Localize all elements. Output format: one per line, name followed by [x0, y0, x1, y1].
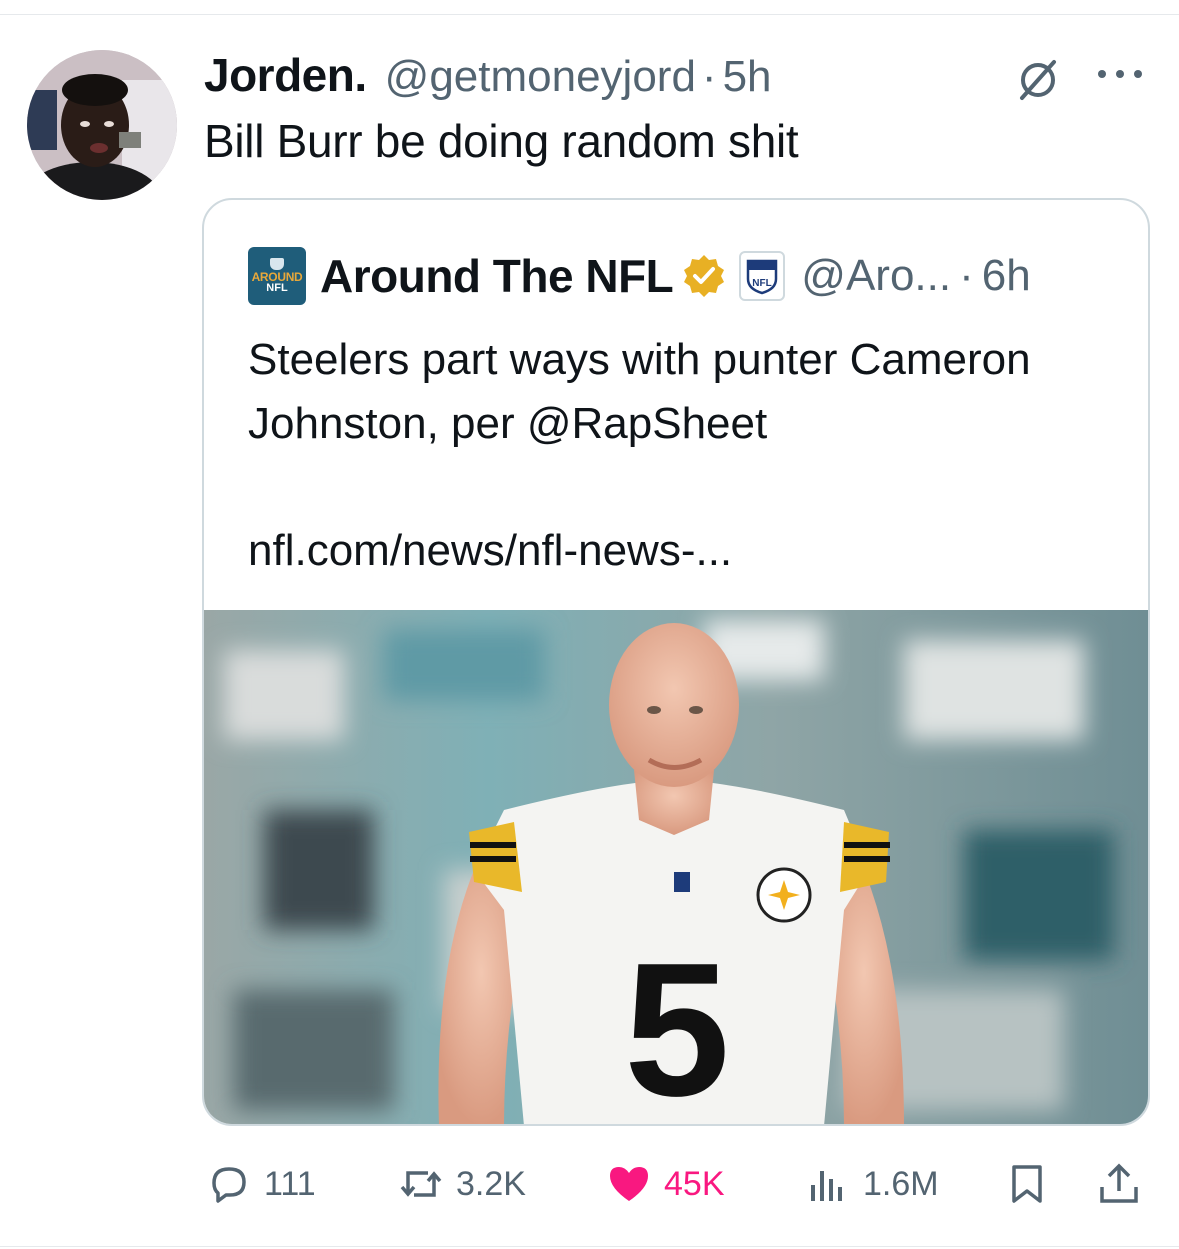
more-icon[interactable] [1092, 66, 1148, 82]
verified-badge-icon[interactable] [681, 253, 727, 299]
author-avatar[interactable] [27, 50, 177, 200]
quoted-header: AROUND NFL Around The NFL NFL @Aro... · … [248, 246, 1031, 306]
author-handle[interactable]: @getmoneyjord [385, 52, 696, 102]
quoted-author-handle[interactable]: @Aro... [801, 251, 951, 301]
like-button[interactable]: 45K [606, 1152, 725, 1216]
repost-icon [400, 1171, 442, 1197]
reply-count: 111 [264, 1164, 316, 1203]
view-count: 1.6M [863, 1164, 939, 1203]
views-icon [811, 1171, 842, 1201]
author-name[interactable]: Jorden. [204, 48, 367, 102]
quoted-image[interactable]: 5 [204, 610, 1148, 1126]
post-header: Jorden. @getmoneyjord · 5h [204, 48, 772, 104]
reply-button[interactable]: 111 [206, 1152, 316, 1216]
jersey-number: 5 [624, 924, 730, 1126]
share-icon [1100, 1163, 1138, 1203]
separator-dot: · [959, 251, 974, 300]
post-text: Bill Burr be doing random shit [204, 115, 799, 167]
share-button[interactable] [1096, 1152, 1142, 1216]
nfl-shield-icon: NFL [747, 259, 778, 295]
bottom-divider [0, 1246, 1179, 1247]
quoted-text: Steelers part ways with punter Cameron J… [248, 335, 1031, 448]
bookmark-button[interactable] [1004, 1152, 1050, 1216]
svg-text:NFL: NFL [753, 278, 772, 289]
like-count: 45K [664, 1164, 725, 1203]
quoted-post[interactable]: AROUND NFL Around The NFL NFL @Aro... · … [202, 198, 1150, 1126]
quoted-link[interactable]: nfl.com/news/nfl-news-... [248, 526, 732, 576]
separator-dot: · [701, 52, 717, 101]
views-button[interactable]: 1.6M [805, 1152, 939, 1216]
post-time[interactable]: 5h [723, 52, 772, 102]
quoted-time[interactable]: 6h [982, 251, 1031, 301]
heart-icon [610, 1167, 648, 1201]
repost-button[interactable]: 3.2K [398, 1152, 526, 1216]
nfl-affiliate-badge[interactable]: NFL [739, 251, 786, 301]
action-bar: 111 3.2K 45K 1.6M [0, 1152, 1179, 1216]
repost-count: 3.2K [456, 1164, 526, 1203]
top-divider [0, 14, 1179, 15]
reply-icon [212, 1167, 246, 1203]
quoted-author-name[interactable]: Around The NFL [320, 249, 674, 303]
bookmark-icon [1012, 1165, 1042, 1203]
grok-icon[interactable] [1016, 58, 1060, 102]
around-nfl-logo[interactable]: AROUND NFL [248, 247, 306, 305]
